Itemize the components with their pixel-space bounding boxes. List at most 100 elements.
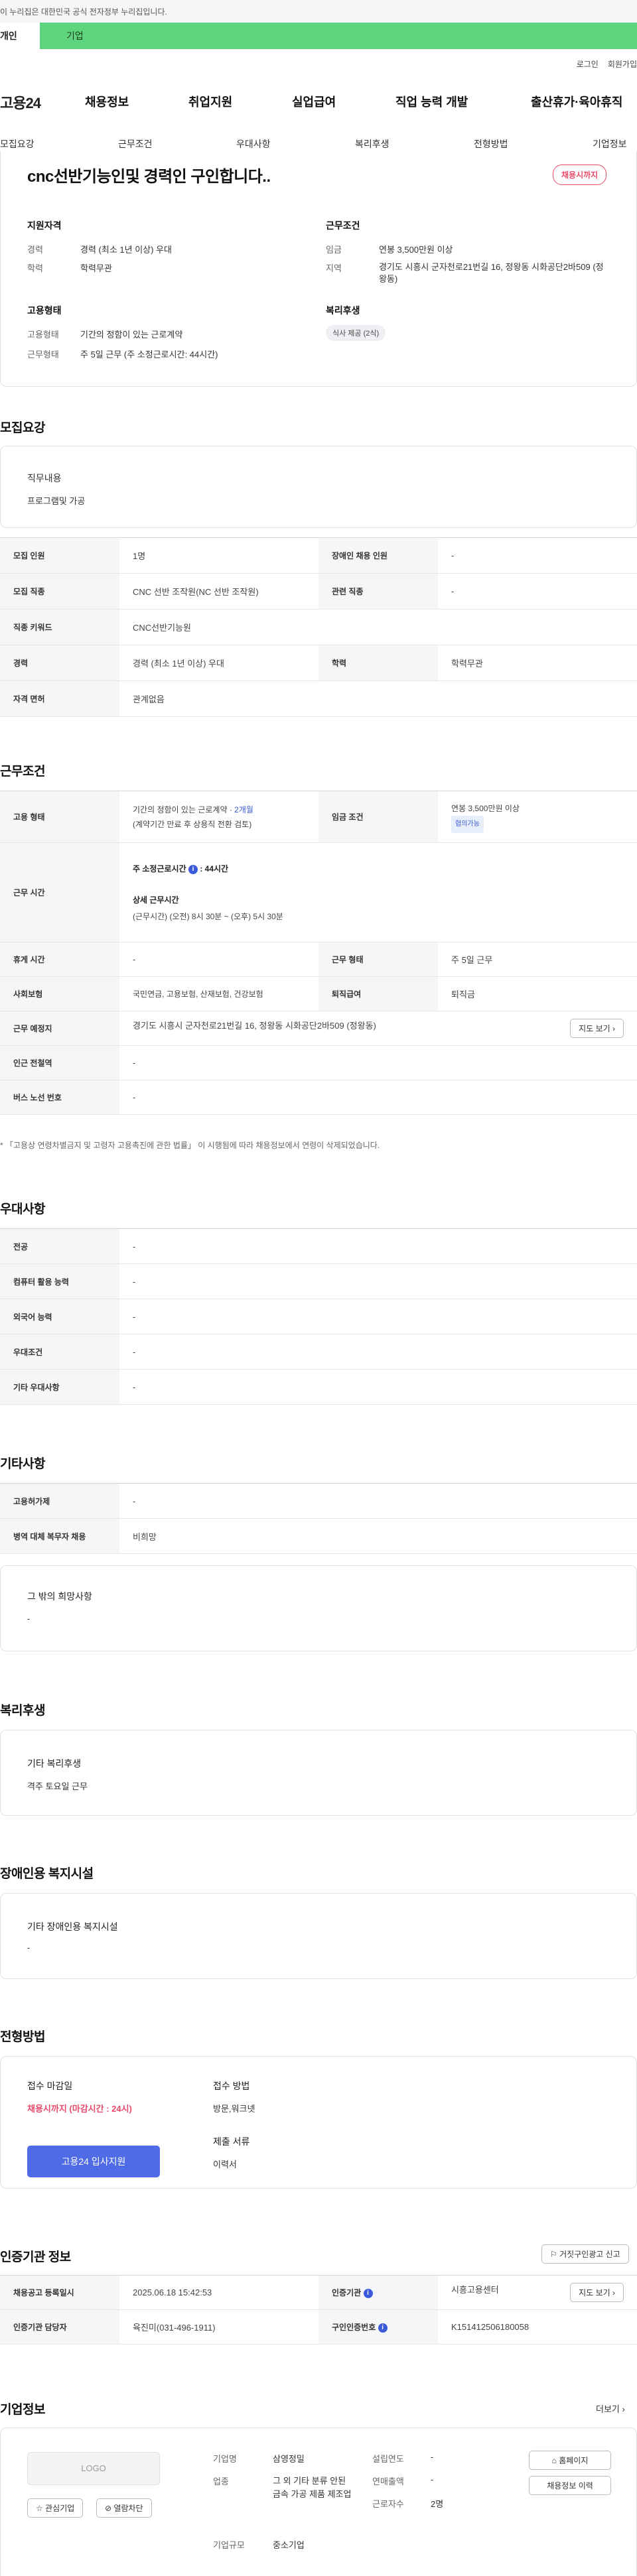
table-row: 컴퓨터 활용 능력 - [0,1263,637,1299]
cell-value: - [119,1483,637,1519]
welfare-title: 기타 복리후생 [27,1758,82,1769]
wage-label: 임금 [326,245,342,255]
recruit-heading: 모집요강 [0,421,45,435]
tab-company[interactable]: 기업 [40,23,84,49]
signup-link[interactable]: 회원가입 [608,60,637,69]
info-icon[interactable]: i [378,2323,388,2333]
table-row: 직종 키워드 CNC선반기능원 [0,609,637,645]
table-row: 기타 우대사항 - [0,1369,637,1405]
emp-heading: 고용형태 [27,305,62,316]
apply-button[interactable]: 고용24 입사지원 [27,2146,160,2177]
info-icon[interactable]: i [188,864,198,874]
util-links: 로그인 회원가입 [567,58,637,70]
detail-hours-value: (근무시간) (오전) 8시 30분 ~ (오후) 5시 30분 [133,912,283,921]
gov-banner-text: 이 누리집은 대한민국 공식 전자정부 누리집입니다. [0,7,167,17]
report-button[interactable]: ⚐ 거짓구인광고 신고 [541,2244,629,2264]
jobs-history-button[interactable]: 채용정보 이력 [529,2476,611,2495]
recruit-table: 모집 인원 1명 장애인 채용 인원 - 모집 직종 CNC 선반 조작원(NC… [0,537,637,717]
table-row: 근무 예정지 경기도 시흥시 군자천로21번길 16, 정왕동 시화공단2바50… [0,1011,637,1046]
cell-value: 1명 [119,537,318,574]
cell-label: 근무 형태 [318,942,438,977]
docs-value: 이력서 [213,2159,237,2169]
cell-label: 우대조건 [0,1334,119,1370]
cell-value: - [438,573,637,610]
sales-label: 연매출액 [372,2477,404,2486]
main-nav: 고용24 채용정보 취업지원 실업급여 직업 능력 개발 출산휴가·육아휴직 [0,92,637,111]
company-heading: 기업정보 [0,2403,45,2417]
favorite-button[interactable]: ☆ 관심기업 [27,2498,84,2518]
duty-card: 직무내용 프로그램및 가공 [0,446,637,528]
cell-value: - [119,942,318,977]
cell-value: 국민연금, 고용보험, 산재보험, 건강보험 [119,976,318,1011]
top-tabs: 개인 기업 [0,23,637,49]
etc-heading: 기타사항 [0,1457,45,1471]
subnav-work[interactable]: 근무조건 [118,137,153,151]
brand-logo[interactable]: 고용24 [0,92,41,113]
subnav-welfare[interactable]: 복리후생 [355,137,389,151]
industry-label: 업종 [213,2477,229,2486]
cell-label: 버스 노선 번호 [0,1080,119,1115]
table-row: 병역 대체 복무자 채용 비희망 [0,1518,637,1554]
login-link[interactable]: 로그인 [577,60,599,69]
week-hours: 주 소정근로시간 i : 44시간 [133,863,624,874]
nav-employment-support[interactable]: 취업지원 [188,93,232,110]
process-card: 접수 마감일 채용시까지 (마감시간 : 24시) 고용24 입사지원 접수 방… [0,2056,637,2189]
cert-map-button-label: 지도 보기 [579,2288,610,2297]
cell-label: 인증기관 담당자 [0,2309,119,2345]
cell-value: 관계없음 [119,680,637,717]
disab-card: 기타 장애인용 복지시설 - [0,1893,637,1979]
welfare-heading: 복리후생 [326,305,360,316]
tab-personal[interactable]: 개인 [0,23,40,49]
cell-label: 컴퓨터 활용 능력 [0,1263,119,1299]
nav-leave[interactable]: 출산휴가·육아휴직 [531,93,622,110]
gov-banner: 이 누리집은 대한민국 공식 전자정부 누리집입니다. [0,0,637,23]
table-row: 모집 직종 CNC 선반 조작원(NC 선반 조작원) 관련 직종 - [0,573,637,610]
nav-unemployment-benefit[interactable]: 실업급여 [292,93,336,110]
edu-value: 학력무관 [80,263,112,273]
emptype-label: 고용형태 [27,330,59,340]
week-hours-label: 주 소정근로시간 [133,864,186,873]
cell-value: CNC 선반 조작원(NC 선반 조작원) [119,573,318,610]
block-button-label: 열람차단 [113,2504,143,2513]
subnav-company[interactable]: 기업정보 [593,137,627,151]
table-row: 고용 형태 기간의 정함이 있는 근로계약 · 2개월 (계약기간 만료 후 상… [0,791,637,843]
age-footnote: * 「고용상 연령차별금지 및 고령자 고용촉진에 관한 법률」 이 시행됨에 … [0,1141,380,1150]
nav-training[interactable]: 직업 능력 개발 [395,93,468,110]
table-row: 인증기관 담당자 육진미(031-496-1911) 구인인증번호 i K151… [0,2309,637,2345]
cell-label: 근무 시간 [0,842,119,942]
cell-label: 직종 키워드 [0,609,119,645]
cell-value: - [119,1369,637,1405]
wage-value: 연봉 3,500만원 이상 [379,245,453,255]
subnav-process[interactable]: 전형방법 [474,137,508,151]
block-button[interactable]: ⊘ 열람차단 [96,2498,152,2518]
table-row: 외국어 능력 - [0,1299,637,1334]
worktype-value: 주 5일 근무 (주 소정근로시간: 44시간) [80,350,218,359]
emp-period: 2개월 [234,805,253,814]
cell-value: - [119,1299,637,1334]
nav-jobs[interactable]: 채용정보 [85,93,129,110]
cell-label: 인근 전철역 [0,1045,119,1080]
emp-note: (계약기간 만료 후 상용직 전환 검토) [133,819,252,829]
subnav-recruit[interactable]: 모집요강 [0,137,35,151]
cert-table: 채용공고 등록일시 2025.06.18 15:42:53 인증기관 i 시흥고… [0,2275,637,2345]
cell-value: 주 5일 근무 [438,942,637,977]
subnav-pref[interactable]: 우대사항 [236,137,271,151]
table-row: 모집 인원 1명 장애인 채용 인원 - [0,537,637,574]
more-link-label: 더보기 [596,2404,620,2414]
company-logo: LOGO [27,2452,160,2485]
pref-heading: 우대사항 [0,1202,45,1216]
cell-label: 외국어 능력 [0,1299,119,1334]
cell-value: 경기도 시흥시 군자천로21번길 16, 정왕동 시화공단2바509 (정왕동)… [119,1011,637,1046]
more-link[interactable]: 더보기 › [596,2402,625,2415]
status-badge: 채용시까지 [553,164,607,185]
map-button[interactable]: 지도 보기 › [570,1019,624,1038]
info-icon[interactable]: i [363,2288,373,2298]
size-label: 기업규모 [213,2540,245,2550]
num-label: 구인인증번호 [332,2323,376,2332]
summary-card: cnc선반기능인및 경력인 구인합니다.. 채용시까지 지원자격 경력 경력 (… [0,151,637,387]
disab-value: - [27,1943,31,1953]
cell-value: - [119,1045,637,1080]
homepage-button[interactable]: ⌂ 홈페이지 [529,2451,611,2470]
cert-map-button[interactable]: 지도 보기 › [570,2283,624,2302]
table-row: 채용공고 등록일시 2025.06.18 15:42:53 인증기관 i 시흥고… [0,2275,637,2310]
